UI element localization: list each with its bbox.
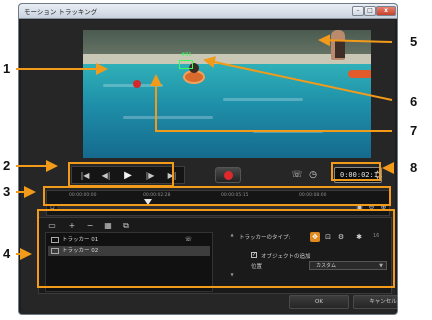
phone-icon[interactable]: ☏ — [291, 169, 303, 181]
window-title: モーション トラッキング — [24, 8, 98, 16]
record-icon — [224, 171, 233, 180]
area-tracker-marker[interactable] — [179, 60, 193, 69]
callout-number-8: 8 — [410, 160, 418, 175]
callout-number-5: 5 — [410, 34, 418, 49]
callout-number-2: 2 — [3, 158, 11, 173]
callout-number-3: 3 — [3, 184, 11, 199]
screenshot-figure: モーション トラッキング – □ x #01 |◀ ◀| ▶ |▶ ▶| ☏ ◷… — [0, 0, 432, 320]
standing-person-shorts — [335, 40, 345, 58]
track-motion-button[interactable] — [215, 167, 241, 183]
minimize-button[interactable]: – — [352, 6, 364, 16]
reset-clock-icon[interactable]: ◷ — [307, 169, 319, 181]
highlight-timecode — [331, 162, 381, 181]
highlight-playback-controls — [68, 162, 174, 187]
ok-button[interactable]: OK — [289, 295, 349, 309]
callout-number-7: 7 — [410, 123, 418, 138]
callout-number-6: 6 — [410, 94, 418, 109]
highlight-timeline — [43, 186, 391, 206]
pool-float — [348, 70, 371, 78]
title-bar: モーション トラッキング – □ x — [19, 4, 397, 19]
object-tracker-point[interactable] — [133, 80, 141, 88]
callout-number-1: 1 — [3, 61, 11, 76]
tracker-marker-label: #01 — [181, 52, 192, 58]
highlight-tracker-panel — [37, 209, 395, 288]
pool-water — [83, 64, 371, 158]
video-preview[interactable]: #01 — [83, 30, 371, 158]
close-button[interactable]: x — [376, 6, 396, 16]
ripple — [223, 98, 303, 101]
maximize-button[interactable]: □ — [364, 6, 376, 16]
ripple — [253, 130, 323, 133]
callout-number-4: 4 — [3, 246, 11, 261]
ripple — [123, 116, 213, 119]
cancel-button[interactable]: キャンセル — [353, 295, 397, 309]
